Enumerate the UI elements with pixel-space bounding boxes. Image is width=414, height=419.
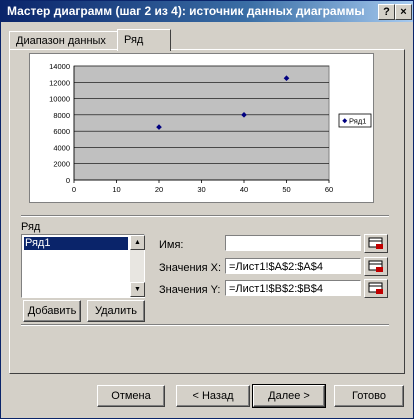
window-title: Мастер диаграмм (шаг 2 из 4): источник д…: [7, 4, 365, 18]
y-values-label: Значения Y:: [159, 284, 221, 296]
plot-area: [73, 65, 330, 181]
next-button[interactable]: Далее >: [252, 384, 326, 408]
range-select-icon: [368, 237, 383, 249]
chart-preview: 0 2000 4000 6000 8000 10000 12000 14000 0 10 20 30 4…: [29, 53, 374, 203]
x-tick-label: 0: [72, 185, 76, 194]
list-item[interactable]: Ряд1: [24, 237, 128, 250]
name-field-label: Имя:: [159, 239, 184, 251]
series-listbox[interactable]: Ряд1 ▲ ▼: [21, 234, 145, 298]
scroll-down-icon[interactable]: ▼: [130, 282, 145, 297]
name-field[interactable]: [225, 235, 361, 251]
tab-data-range[interactable]: Диапазон данных: [9, 31, 120, 51]
y-tick-label: 2000: [53, 160, 70, 169]
y-tick-label: 10000: [49, 95, 70, 104]
x-tick-label: 20: [155, 185, 163, 194]
scroll-up-icon[interactable]: ▲: [130, 235, 145, 250]
x-values-field[interactable]: =Лист1!$A$2:$A$4: [225, 258, 361, 274]
listbox-scrollbar[interactable]: ▲ ▼: [130, 235, 145, 297]
y-tick-label: 8000: [53, 111, 70, 120]
close-button[interactable]: ×: [395, 4, 412, 20]
y-tick-label: 0: [66, 176, 70, 185]
legend-label: Ряд1: [349, 117, 366, 126]
range-select-icon: [368, 282, 383, 294]
chart-svg: 0 2000 4000 6000 8000 10000 12000 14000 0 10 20 30 4…: [49, 62, 372, 194]
y-tick-label: 6000: [53, 127, 70, 136]
remove-series-button[interactable]: Удалить: [87, 300, 145, 322]
add-series-button[interactable]: Добавить: [23, 300, 81, 322]
collapse-dialog-x-button[interactable]: [364, 257, 388, 276]
back-button[interactable]: < Назад: [176, 385, 250, 407]
y-values-field[interactable]: =Лист1!$B$2:$B$4: [225, 280, 361, 296]
tab-series[interactable]: Ряд: [117, 29, 171, 51]
chart-wizard-dialog: Мастер диаграмм (шаг 2 из 4): источник д…: [0, 0, 414, 419]
help-button[interactable]: ?: [378, 4, 395, 20]
y-tick-label: 4000: [53, 143, 70, 152]
x-tick-label: 10: [112, 185, 120, 194]
finish-button[interactable]: Готово: [334, 385, 404, 407]
cancel-button[interactable]: Отмена: [97, 385, 165, 407]
tab-series-label: Ряд: [124, 34, 144, 46]
x-tick-label: 40: [240, 185, 248, 194]
x-tick-label: 50: [282, 185, 290, 194]
series-list-label: Ряд: [21, 221, 41, 233]
divider-bottom: [21, 324, 389, 326]
divider-top: [21, 215, 389, 217]
title-bar[interactable]: Мастер диаграмм (шаг 2 из 4): источник д…: [1, 1, 413, 22]
y-tick-label: 14000: [49, 62, 70, 71]
range-select-icon: [368, 260, 383, 272]
tab-data-range-label: Диапазон данных: [16, 35, 106, 47]
collapse-dialog-y-button[interactable]: [364, 279, 388, 298]
x-tick-label: 30: [197, 185, 205, 194]
collapse-dialog-name-button[interactable]: [364, 234, 388, 253]
y-tick-label: 12000: [49, 78, 70, 87]
x-tick-label: 60: [325, 185, 333, 194]
x-values-label: Значения X:: [159, 262, 222, 274]
